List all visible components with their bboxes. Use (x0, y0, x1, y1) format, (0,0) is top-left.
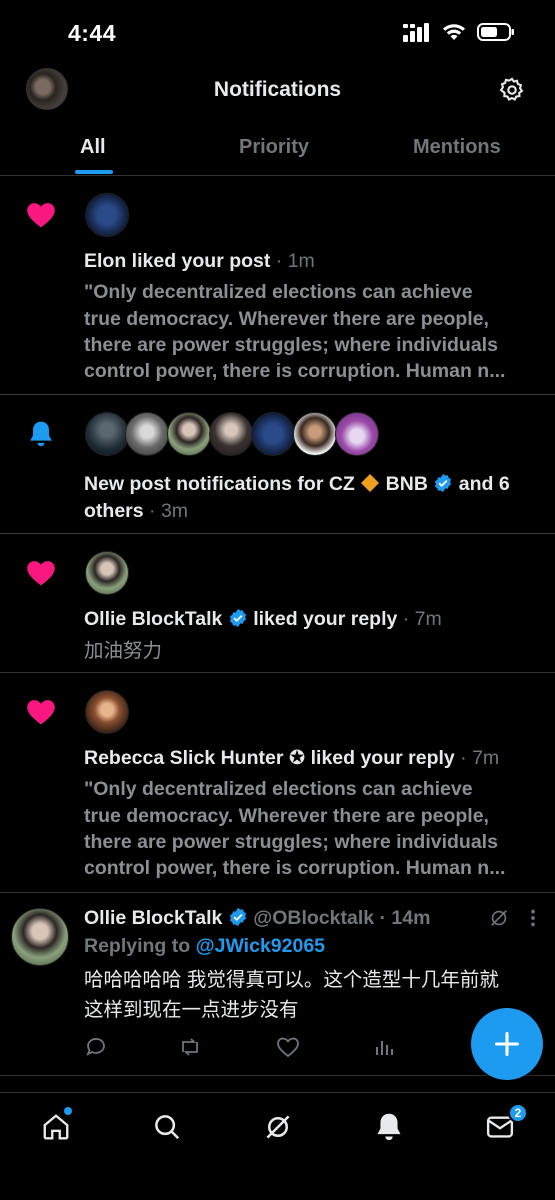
headline-text: others (84, 500, 144, 522)
tab-all[interactable]: All (80, 136, 106, 159)
avatar[interactable] (11, 908, 69, 966)
reply-icon[interactable] (84, 1035, 108, 1059)
timestamp: · 7m (397, 608, 442, 630)
post-header: Ollie BlockTalk @OBlocktalk · 14m (84, 905, 475, 932)
headline-text: New post notifications for CZ (84, 473, 361, 495)
avatar[interactable] (167, 412, 211, 456)
notification-headline: Ollie BlockTalk liked your reply · 7m (84, 606, 541, 633)
post-text-line: "Only decentralized elections can achiev… (84, 281, 473, 303)
like-icon[interactable] (276, 1035, 300, 1059)
avatar[interactable] (293, 412, 337, 456)
avatar[interactable] (85, 193, 129, 237)
avatar[interactable] (335, 412, 379, 456)
settings-button[interactable] (497, 75, 527, 105)
avatar[interactable] (209, 412, 253, 456)
actor-name[interactable]: Elon (84, 250, 126, 272)
grok-icon[interactable] (488, 907, 510, 929)
status-time: 4:44 (68, 20, 117, 46)
notification-headline: Rebecca Slick Hunter ✪ liked your reply … (84, 745, 541, 772)
bell-icon (377, 1113, 401, 1141)
status-bar: 4:44 (0, 0, 555, 62)
headline-name[interactable]: BNB (380, 473, 433, 495)
action-text: liked your post (126, 250, 271, 272)
gear-icon (499, 77, 524, 101)
search-icon (155, 1115, 180, 1140)
replying-handle[interactable]: @JWick92065 (196, 935, 325, 957)
heart-icon (26, 697, 56, 727)
tab-mentions[interactable]: Mentions (413, 136, 501, 159)
heart-icon (26, 558, 56, 588)
author-handle[interactable]: @OBlocktalk (248, 907, 374, 929)
headline-text: and 6 (453, 473, 510, 495)
notification-item[interactable]: New post notifications for CZ BNB and 6 … (0, 395, 555, 534)
post-text-line: there are power struggles; where individ… (84, 831, 498, 853)
home-icon (43, 1114, 69, 1140)
notification-item[interactable]: Rebecca Slick Hunter ✪ liked your reply … (0, 673, 555, 893)
reply-text: 加油努力 (84, 640, 163, 662)
battery-icon (477, 23, 514, 41)
verified-icon (435, 473, 452, 493)
post-actions (84, 1035, 404, 1061)
page-title: Notifications (213, 78, 342, 101)
nav-home[interactable] (38, 1107, 74, 1145)
timestamp: · 3m (143, 500, 189, 522)
actor-name[interactable]: Ollie BlockTalk (84, 608, 222, 630)
messages-badge: 2 (508, 1103, 528, 1123)
tab-indicator (75, 170, 113, 174)
diamond-icon (361, 474, 380, 492)
notification-headline: Elon liked your post · 1m (84, 248, 541, 275)
post-text-line: "Only decentralized elections can achiev… (84, 778, 473, 800)
post-text-line: control power, there is corruption. Huma… (84, 857, 506, 879)
action-text: liked your reply (247, 608, 398, 630)
nav-search[interactable] (149, 1109, 185, 1145)
verified-icon (229, 608, 246, 628)
post-text-line: there are power struggles; where individ… (84, 334, 498, 356)
timestamp: · 7m (454, 747, 500, 769)
nav-notifications[interactable] (371, 1109, 407, 1145)
avatar[interactable] (85, 412, 129, 456)
avatar[interactable] (85, 551, 129, 595)
post-text-line: true democracy. Wherever there are peopl… (84, 308, 489, 330)
plus-icon (494, 1031, 520, 1057)
repost-icon[interactable] (178, 1035, 202, 1059)
views-icon[interactable] (372, 1035, 396, 1059)
signal-icon (403, 23, 429, 42)
status-icons (403, 22, 515, 42)
verified-icon (229, 907, 246, 927)
replying-prefix: Replying to (84, 935, 196, 957)
author-name[interactable]: Ollie BlockTalk (84, 907, 222, 929)
action-text: liked your reply (305, 747, 455, 769)
nav-messages[interactable]: 2 (482, 1103, 528, 1145)
notification-headline-2: others · 3m (84, 498, 541, 525)
compose-button[interactable] (471, 1008, 543, 1080)
notification-item[interactable]: Ollie BlockTalk liked your reply · 7m 加油… (0, 534, 555, 673)
actor-name[interactable]: Rebecca Slick Hunter ✪ (84, 747, 305, 769)
bell-icon (26, 419, 56, 449)
new-dot (64, 1107, 72, 1115)
tab-priority[interactable]: Priority (239, 136, 309, 159)
nav-grok[interactable] (260, 1109, 296, 1145)
post-text-line: control power, there is corruption. Huma… (84, 360, 506, 382)
notification-headline: New post notifications for CZ BNB and 6 (84, 471, 541, 498)
post-text-line: true democracy. Wherever there are peopl… (84, 805, 489, 827)
avatar[interactable] (251, 412, 295, 456)
timestamp: · 14m (374, 907, 431, 929)
replying-to: Replying to @JWick92065 (84, 933, 541, 960)
bottom-nav: 2 (0, 1092, 555, 1200)
post-text-line: 哈哈哈哈哈 我觉得真可以。这个造型十几年前就 (84, 969, 499, 991)
post-text-line: 这样到现在一点进步没有 (84, 999, 299, 1021)
timestamp: · 1m (270, 250, 315, 272)
heart-icon (26, 200, 56, 230)
avatar[interactable] (85, 690, 129, 734)
notification-item[interactable]: Elon liked your post · 1m "Only decentra… (0, 176, 555, 395)
more-icon[interactable] (522, 907, 544, 929)
avatar[interactable] (125, 412, 169, 456)
notification-tabs: All Priority Mentions (0, 118, 555, 176)
header: Notifications (0, 62, 555, 118)
grok-icon (266, 1115, 290, 1139)
wifi-icon (443, 24, 465, 40)
